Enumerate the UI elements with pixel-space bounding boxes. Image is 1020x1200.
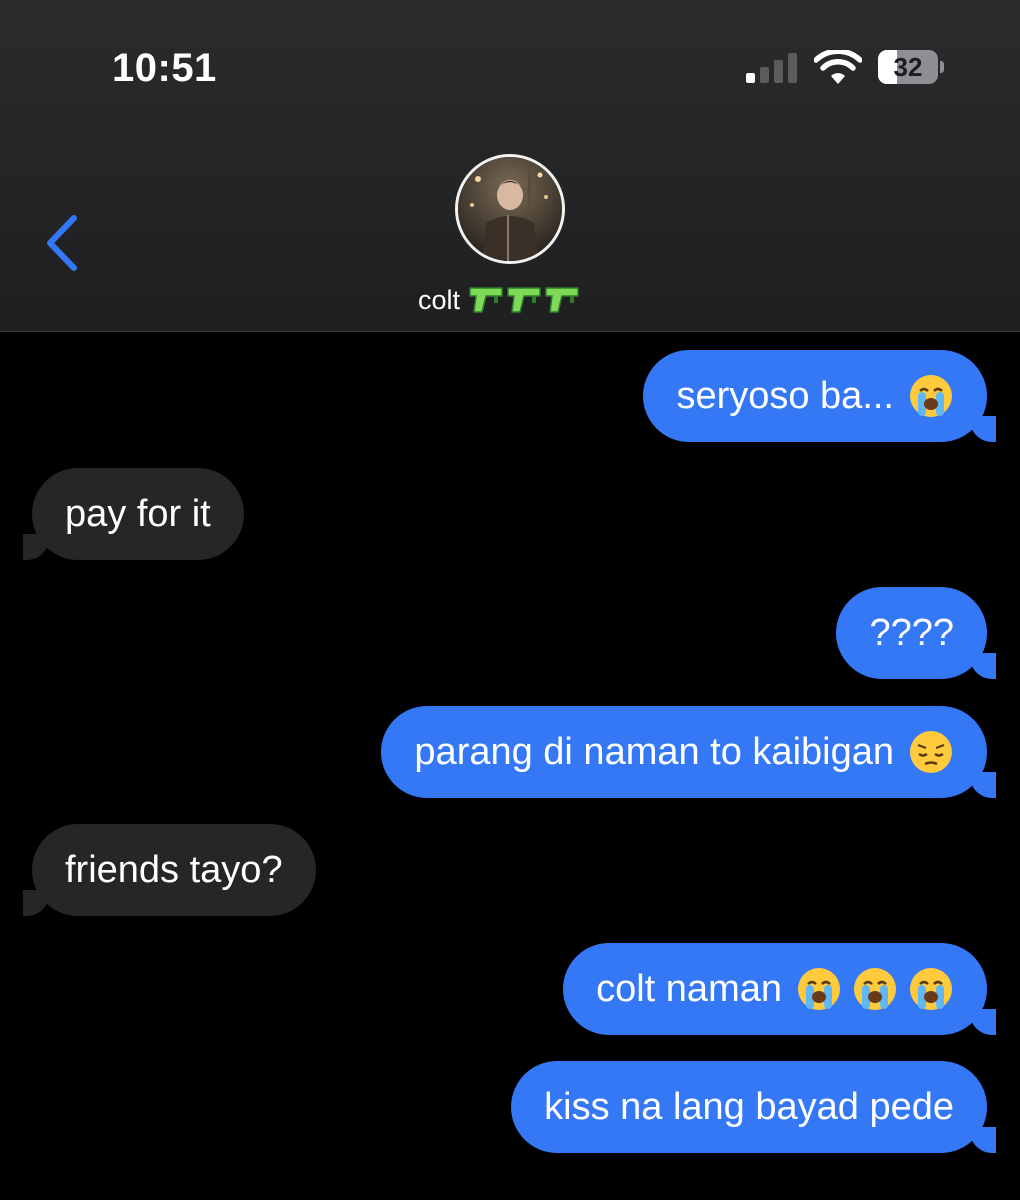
contact-name-text: colt — [418, 284, 461, 315]
pensive-face-icon — [910, 731, 952, 773]
message-bubble-sent[interactable]: kiss na lang bayad pede — [511, 1061, 996, 1153]
message-text: parang di naman to kaibigan — [414, 730, 894, 773]
cellular-signal-icon — [746, 53, 798, 83]
contact-avatar[interactable] — [455, 154, 565, 264]
message-bubble-sent[interactable]: parang di naman to kaibigan — [381, 706, 996, 798]
message-bubble-received[interactable]: friends tayo? — [23, 824, 316, 916]
message-text: ???? — [869, 611, 954, 654]
water-pistol-icon — [469, 287, 503, 313]
message-text: kiss na lang bayad pede — [544, 1085, 954, 1128]
message-text: colt naman — [596, 967, 782, 1010]
message-bubble-sent[interactable]: colt naman — [563, 943, 996, 1035]
loudly-crying-face-icon — [798, 968, 840, 1010]
message-bubble-sent[interactable]: seryoso ba... — [643, 350, 996, 442]
water-pistol-icon — [507, 287, 541, 313]
back-button[interactable] — [36, 206, 86, 276]
battery-level: 32 — [893, 52, 923, 82]
loudly-crying-face-icon — [854, 968, 896, 1010]
message-bubble-sent[interactable]: ???? — [836, 587, 996, 679]
message-bubble-received[interactable]: pay for it — [23, 468, 244, 560]
message-text: friends tayo? — [65, 848, 283, 891]
contact-name-emoji — [468, 284, 580, 316]
battery-icon: 32 — [878, 50, 944, 84]
wifi-icon — [814, 50, 862, 84]
conversation-header: 10:51 32 colt — [0, 0, 1020, 332]
message-text: seryoso ba... — [676, 374, 894, 417]
water-pistol-icon — [545, 287, 579, 313]
loudly-crying-face-icon — [910, 968, 952, 1010]
status-time: 10:51 — [112, 46, 217, 90]
message-text: pay for it — [65, 492, 211, 535]
contact-name[interactable]: colt — [418, 280, 618, 320]
loudly-crying-face-icon — [910, 375, 952, 417]
chevron-left-icon — [47, 215, 77, 271]
